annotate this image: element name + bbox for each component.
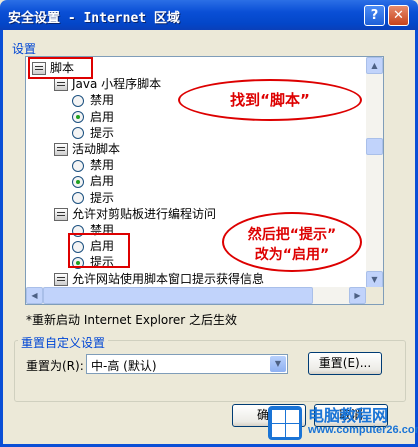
category-item: 允许网站使用脚本窗口提示获得信息 <box>54 271 264 287</box>
scroll-right-icon[interactable]: ▶ <box>349 287 366 304</box>
annotation-change-prompt: 然后把“提示” 改为“启用” <box>222 212 362 272</box>
help-icon: ? <box>370 8 379 23</box>
enable-prompt-highlight-box <box>68 233 130 268</box>
settings-category-icon <box>54 78 68 92</box>
radio-option[interactable]: 启用 <box>72 173 114 189</box>
radio-option[interactable]: 启用 <box>72 109 114 125</box>
reset-level-value: 中-高 (默认) <box>91 359 157 373</box>
radio-button[interactable] <box>72 111 84 124</box>
windows-logo-icon <box>268 406 302 440</box>
annotation-change-prompt-line1: 然后把“提示” <box>247 227 337 243</box>
radio-button[interactable] <box>72 127 84 140</box>
radio-button[interactable] <box>72 192 84 205</box>
reset-button[interactable]: 重置(E)... <box>308 352 382 375</box>
chevron-down-icon[interactable]: ▼ <box>270 356 286 372</box>
settings-category-icon <box>54 207 68 221</box>
scrollbar-corner <box>366 287 383 304</box>
option-label: 禁用 <box>90 158 115 173</box>
radio-button[interactable] <box>72 175 84 188</box>
help-button[interactable]: ? <box>364 5 385 26</box>
category-label: 允许对剪贴板进行编程访问 <box>72 206 217 221</box>
annotation-change-prompt-line2: 改为“启用” <box>254 247 330 263</box>
radio-option[interactable]: 禁用 <box>72 157 114 173</box>
close-icon: ✕ <box>393 8 404 23</box>
annotation-find-script: 找到“脚本” <box>178 79 362 121</box>
category-label: Java 小程序脚本 <box>72 77 162 92</box>
horizontal-scrollbar[interactable]: ◀ ▶ <box>26 287 366 304</box>
close-button[interactable]: ✕ <box>388 5 409 26</box>
settings-label: 设置 <box>12 42 37 56</box>
category-item: 活动脚本 <box>54 141 120 157</box>
horizontal-scroll-thumb[interactable] <box>43 287 313 304</box>
scroll-left-icon[interactable]: ◀ <box>26 287 43 304</box>
radio-option[interactable]: 提示 <box>72 125 114 141</box>
window-title: 安全设置 - Internet 区域 <box>8 11 180 26</box>
category-label: 活动脚本 <box>72 142 121 156</box>
window-frame-left <box>0 30 3 447</box>
reset-to-label: 重置为(R): <box>26 359 84 373</box>
radio-button[interactable] <box>72 159 84 172</box>
option-label: 提示 <box>90 190 115 205</box>
option-label: 启用 <box>90 109 115 124</box>
watermark-url: www.computer26.com <box>308 424 418 436</box>
option-label: 启用 <box>90 174 115 189</box>
annotation-find-script-text: 找到“脚本” <box>230 91 310 109</box>
watermark: 电脑教程网 www.computer26.com <box>262 400 418 444</box>
category-item: 允许对剪贴板进行编程访问 <box>54 206 216 222</box>
script-highlight-box <box>28 57 93 79</box>
option-label: 禁用 <box>90 93 115 108</box>
category-label: 允许网站使用脚本窗口提示获得信息 <box>72 271 265 286</box>
scroll-down-icon[interactable]: ▼ <box>366 271 383 288</box>
vertical-scrollbar[interactable]: ▲ ▼ <box>366 57 383 288</box>
watermark-name: 电脑教程网 <box>308 406 389 425</box>
title-bar: 安全设置 - Internet 区域 ? ✕ <box>0 0 418 30</box>
reset-group-title: 重置自定义设置 <box>18 334 109 351</box>
settings-category-icon <box>54 143 68 156</box>
scroll-up-icon[interactable]: ▲ <box>366 57 383 74</box>
vertical-scroll-thumb[interactable] <box>366 138 383 155</box>
option-label: 提示 <box>90 125 115 140</box>
reset-level-select[interactable]: 中-高 (默认) ▼ <box>86 354 288 374</box>
radio-button[interactable] <box>72 94 84 107</box>
radio-option[interactable]: 禁用 <box>72 92 114 108</box>
restart-note: *重新启动 Internet Explorer 之后生效 <box>26 313 238 327</box>
settings-category-icon <box>54 272 68 286</box>
radio-option[interactable]: 提示 <box>72 190 114 206</box>
